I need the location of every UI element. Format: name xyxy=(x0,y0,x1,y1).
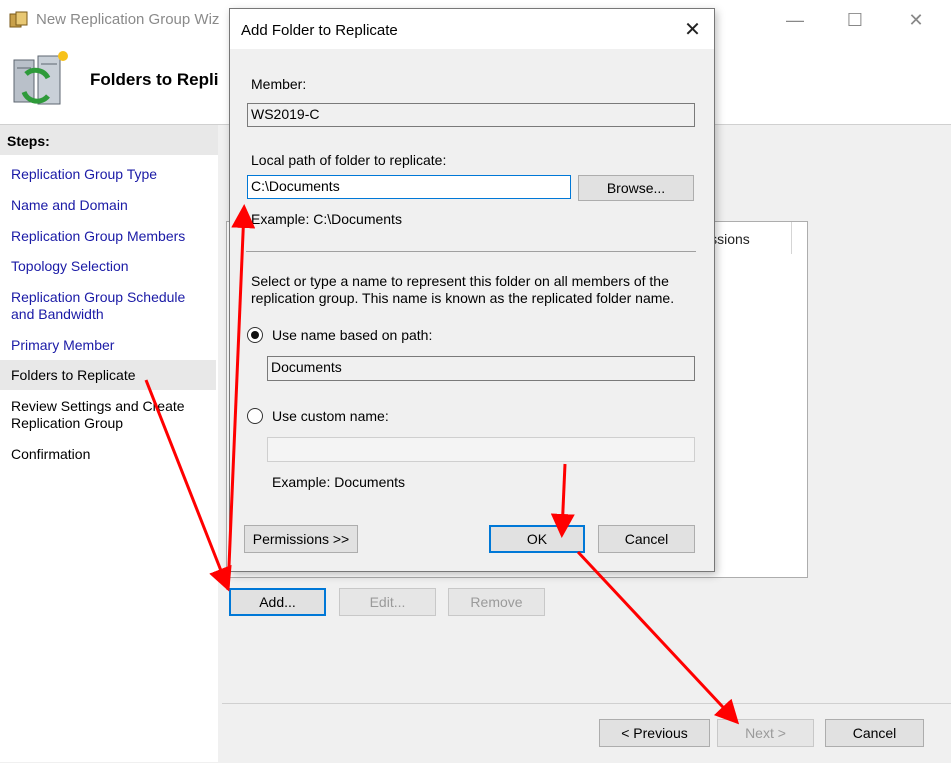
member-field: WS2019-C xyxy=(247,103,695,127)
wizard-cancel-button[interactable]: Cancel xyxy=(825,719,924,747)
step-schedule-and-bandwidth[interactable]: Replication Group Schedule and Bandwidth xyxy=(11,289,206,323)
replication-servers-icon xyxy=(13,51,68,105)
step-replication-group-type[interactable]: Replication Group Type xyxy=(11,166,206,183)
folder-name-description: Select or type a name to represent this … xyxy=(251,273,675,306)
use-custom-name-radio[interactable] xyxy=(247,408,263,424)
add-button[interactable]: Add... xyxy=(229,588,326,616)
local-path-input[interactable]: C:\Documents xyxy=(247,175,571,199)
step-folders-to-replicate: Folders to Replicate xyxy=(0,360,216,390)
permissions-button[interactable]: Permissions >> xyxy=(244,525,358,553)
step-topology-selection[interactable]: Topology Selection xyxy=(11,258,206,275)
step-review-settings: Review Settings and Create Replication G… xyxy=(11,398,185,431)
example-path-text: Example: C:\Documents xyxy=(251,211,402,227)
example-name-text: Example: Documents xyxy=(272,474,406,490)
add-folder-dialog: Add Folder to Replicate ✕ Member: WS2019… xyxy=(229,8,715,572)
close-button[interactable]: ✕ xyxy=(893,0,939,40)
step-primary-member[interactable]: Primary Member xyxy=(11,337,206,354)
column-header-permissions[interactable]: issions xyxy=(707,222,792,254)
step-replication-group-members[interactable]: Replication Group Members xyxy=(11,228,206,245)
previous-button[interactable]: < Previous xyxy=(599,719,710,747)
dialog-titlebar: Add Folder to Replicate ✕ xyxy=(230,9,714,49)
minimize-button[interactable]: — xyxy=(772,0,818,40)
dialog-title: Add Folder to Replicate xyxy=(241,22,398,39)
replication-app-icon xyxy=(9,11,28,28)
use-path-name-radio[interactable] xyxy=(247,327,263,343)
use-custom-name-label[interactable]: Use custom name: xyxy=(272,408,389,424)
step-name-and-domain[interactable]: Name and Domain xyxy=(11,197,206,214)
steps-pane: Steps: Replication Group Type Name and D… xyxy=(0,125,218,762)
maximize-button[interactable]: ☐ xyxy=(832,0,878,40)
dialog-close-icon[interactable]: ✕ xyxy=(671,9,714,49)
steps-label: Steps: xyxy=(7,133,50,149)
custom-name-input[interactable] xyxy=(267,437,695,462)
member-label: Member: xyxy=(251,76,307,92)
steps-header: Steps: xyxy=(0,125,218,155)
step-confirmation: Confirmation xyxy=(11,446,91,462)
ok-button[interactable]: OK xyxy=(489,525,585,553)
local-path-label: Local path of folder to replicate: xyxy=(251,152,447,168)
browse-button[interactable]: Browse... xyxy=(578,175,694,201)
next-button[interactable]: Next > xyxy=(717,719,814,747)
path-name-field: Documents xyxy=(267,356,695,381)
use-path-name-label[interactable]: Use name based on path: xyxy=(272,327,432,343)
wizard-heading: Folders to Repli xyxy=(90,70,219,89)
wizard-title: New Replication Group Wiz xyxy=(36,11,220,28)
edit-button[interactable]: Edit... xyxy=(339,588,436,616)
dialog-cancel-button[interactable]: Cancel xyxy=(598,525,695,553)
remove-button[interactable]: Remove xyxy=(448,588,545,616)
separator xyxy=(246,251,696,252)
